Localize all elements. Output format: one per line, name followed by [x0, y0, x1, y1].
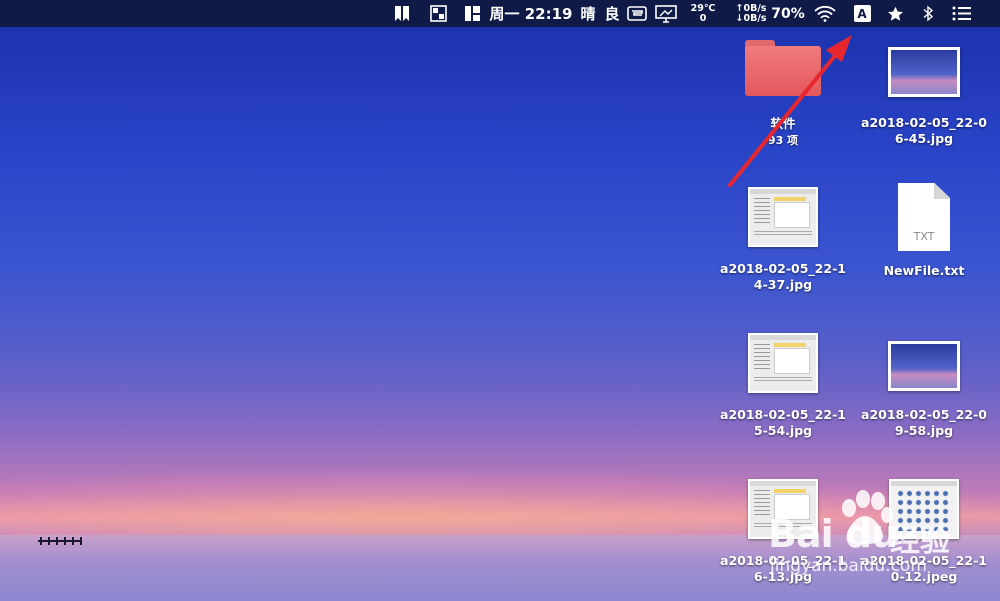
- clock[interactable]: 周一 22:19: [489, 0, 573, 27]
- folder-icon: [745, 40, 821, 96]
- clipboard-icon[interactable]: [626, 0, 648, 27]
- desktop-item-image[interactable]: a2018-02-05_22-16-13.jpg: [718, 479, 848, 585]
- notification-center-icon[interactable]: [950, 0, 974, 27]
- item-label: 软件: [770, 116, 796, 131]
- layout-icon[interactable]: [462, 0, 482, 27]
- bluetooth-icon[interactable]: [918, 0, 938, 27]
- input-method-indicator[interactable]: A: [852, 0, 872, 27]
- item-count: 93 项: [767, 134, 799, 147]
- weekday: 周一: [489, 5, 520, 23]
- txt-badge: TXT: [913, 230, 935, 243]
- item-label: a2018-02-05_22-15-54.jpg: [720, 407, 846, 438]
- temperature-sub: 0: [699, 12, 707, 24]
- input-method-label: A: [853, 5, 871, 22]
- image-thumbnail: [888, 341, 960, 391]
- item-label: a2018-02-05_22-10-12.jpeg: [861, 553, 987, 584]
- temperature: 29℃: [690, 2, 716, 14]
- desktop-item-folder-software[interactable]: 软件 93 项: [718, 40, 848, 148]
- air-quality-text[interactable]: 良: [602, 0, 622, 27]
- desktop-item-image[interactable]: a2018-02-05_22-06-45.jpg: [859, 47, 989, 147]
- desktop-item-image[interactable]: a2018-02-05_22-09-58.jpg: [859, 341, 989, 439]
- screenshot-thumbnail: [889, 479, 959, 539]
- sunset-glow: [0, 470, 1000, 540]
- time: 22:19: [524, 4, 573, 23]
- display-icon[interactable]: [654, 0, 678, 27]
- menu-bar: 周一 22:19 晴 良 29℃ 0 ↑0B/s ↓0B/s 70% A: [0, 0, 1000, 27]
- net-up: ↑0B/s: [735, 2, 767, 14]
- window-manager-icon[interactable]: [428, 0, 448, 27]
- item-label: a2018-02-05_22-06-45.jpg: [861, 115, 987, 146]
- item-label: a2018-02-05_22-16-13.jpg: [720, 553, 846, 584]
- bookmark-app-icon[interactable]: [392, 0, 412, 27]
- star-icon[interactable]: [884, 0, 906, 27]
- sea: [0, 535, 1000, 601]
- desktop-item-image[interactable]: a2018-02-05_22-15-54.jpg: [718, 333, 848, 439]
- battery-percent[interactable]: 70%: [771, 0, 805, 27]
- screenshot-thumbnail: [748, 187, 818, 247]
- item-label: NewFile.txt: [883, 263, 965, 278]
- desktop-item-text-file[interactable]: TXT NewFile.txt: [859, 183, 989, 279]
- item-label: a2018-02-05_22-14-37.jpg: [720, 261, 846, 292]
- net-down: ↓0B/s: [735, 12, 767, 24]
- pier-silhouette: [38, 537, 82, 545]
- network-speed[interactable]: ↑0B/s ↓0B/s: [733, 0, 769, 27]
- desktop-item-image[interactable]: a2018-02-05_22-14-37.jpg: [718, 187, 848, 293]
- wifi-icon[interactable]: [812, 0, 838, 27]
- screenshot-thumbnail: [748, 479, 818, 539]
- item-label: a2018-02-05_22-09-58.jpg: [861, 407, 987, 438]
- text-file-icon: TXT: [898, 183, 950, 251]
- screenshot-thumbnail: [748, 333, 818, 393]
- desktop-item-image[interactable]: a2018-02-05_22-10-12.jpeg: [859, 479, 989, 585]
- temperature-widget[interactable]: 29℃ 0: [688, 0, 718, 27]
- image-thumbnail: [888, 47, 960, 97]
- weather-text[interactable]: 晴: [578, 0, 598, 27]
